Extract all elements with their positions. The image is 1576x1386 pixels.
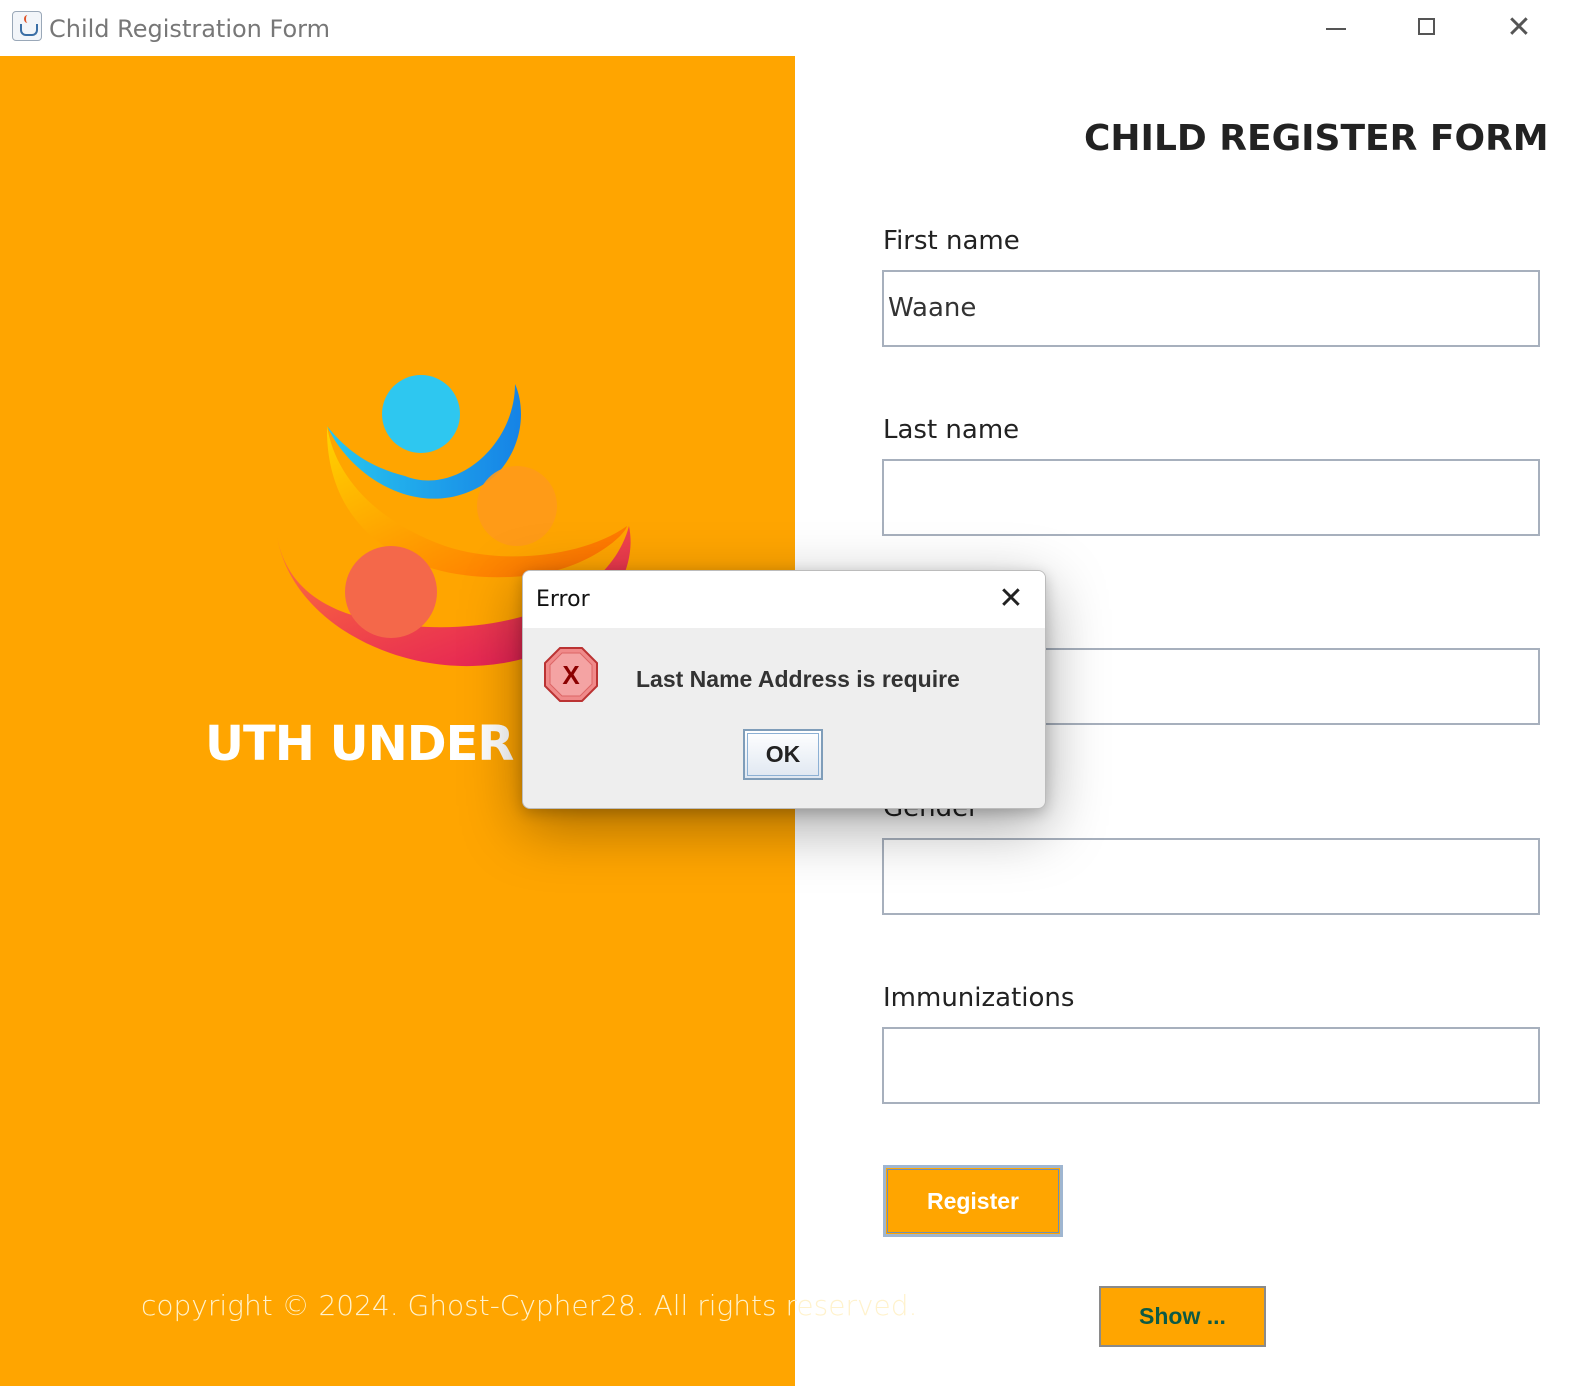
first-name-label: First name xyxy=(883,226,1020,256)
register-button[interactable]: Register xyxy=(883,1165,1063,1237)
maximize-button[interactable] xyxy=(1404,8,1450,48)
immunizations-label: Immunizations xyxy=(883,983,1075,1013)
gender-input[interactable] xyxy=(882,838,1540,915)
copyright-text: copyright © 2024. Ghost-Cypher28. All ri… xyxy=(141,1289,918,1322)
show-button[interactable]: Show ... xyxy=(1099,1286,1266,1347)
window-title: Child Registration Form xyxy=(49,15,330,43)
dialog-titlebar: Error ✕ xyxy=(523,571,1045,628)
dialog-close-button[interactable]: ✕ xyxy=(991,579,1031,619)
last-name-input[interactable] xyxy=(882,459,1540,536)
last-name-label: Last name xyxy=(883,415,1020,445)
error-dialog: Error ✕ X Last Name Address is require O… xyxy=(522,570,1046,809)
form-title: CHILD REGISTER FORM xyxy=(1084,118,1549,159)
svg-text:X: X xyxy=(562,660,580,690)
first-name-input[interactable]: Waane xyxy=(882,270,1540,347)
error-x-icon: X xyxy=(544,647,598,702)
minimize-button[interactable] xyxy=(1314,8,1360,48)
window-titlebar: Child Registration Form ✕ xyxy=(0,0,1576,56)
java-app-icon xyxy=(12,11,42,41)
ok-button[interactable]: OK xyxy=(743,729,823,780)
immunizations-input[interactable] xyxy=(882,1027,1540,1104)
close-window-button[interactable]: ✕ xyxy=(1496,8,1542,48)
error-message: Last Name Address is require xyxy=(636,666,960,692)
dialog-title: Error xyxy=(536,587,590,612)
